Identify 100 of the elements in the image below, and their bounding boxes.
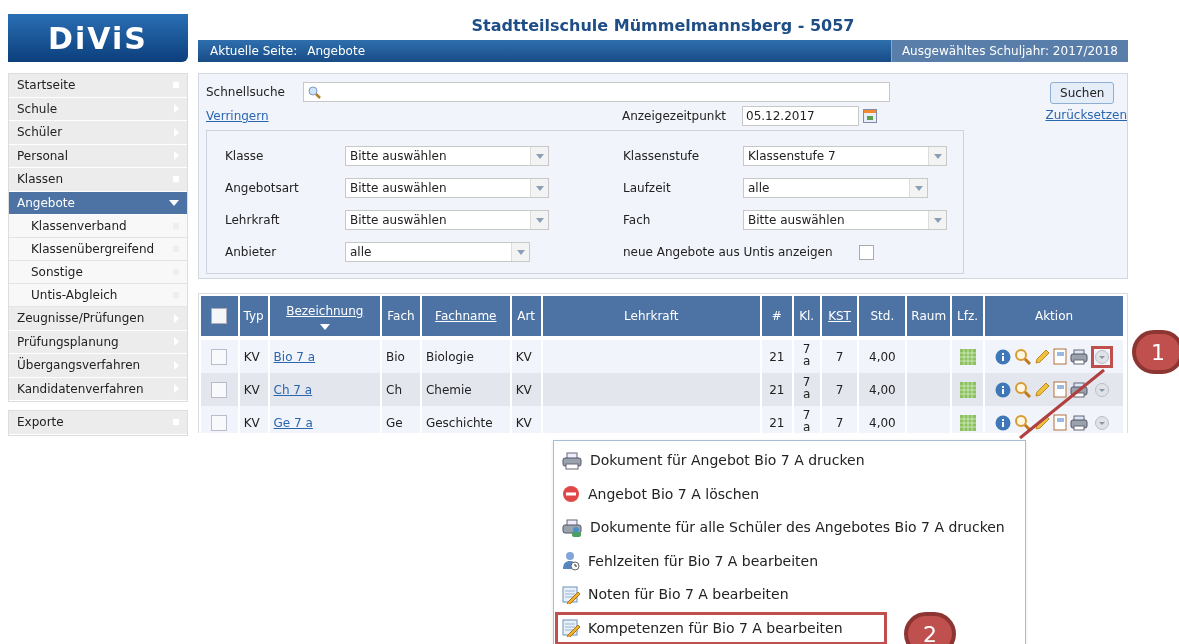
field-label: Anzeigezeitpunkt	[622, 108, 728, 125]
sidebar-item[interactable]: Kandidatenverfahren	[9, 377, 187, 401]
calendar-icon[interactable]	[863, 109, 877, 123]
table-cell: Geschichte	[425, 415, 493, 430]
notepad-icon[interactable]	[1053, 348, 1068, 365]
menu-item[interactable]: Kompetenzen für Bio 7 A bearbeiten	[555, 611, 887, 644]
printer-icon[interactable]	[1070, 348, 1089, 365]
sidebar-item[interactable]: Schüler	[9, 121, 187, 145]
sidebar-item[interactable]: Zeugnisse/Prüfungen	[9, 307, 187, 331]
column-header: Std.	[870, 308, 895, 325]
search-icon[interactable]	[1014, 381, 1032, 398]
menu-item[interactable]: Angebot Bio 7 A löschen	[555, 477, 887, 511]
caret-icon	[933, 153, 942, 159]
select-field[interactable]: Klassenstufe 7	[743, 146, 947, 166]
sidebar-item[interactable]: Prüfungsplanung	[9, 330, 187, 354]
field-label: Anbieter	[225, 244, 278, 261]
date-field[interactable]: 05.12.2017	[742, 106, 859, 126]
caret-icon	[535, 217, 544, 223]
table-cell: KV	[515, 349, 532, 364]
sidebar-item[interactable]: Klassen	[9, 168, 187, 192]
table-cell: 4,00	[869, 349, 896, 364]
select-field[interactable]: Bitte auswählen	[345, 178, 549, 198]
caret-icon	[914, 185, 923, 191]
field-label: Fach	[623, 212, 652, 229]
table-cell: 7	[835, 349, 844, 364]
caret-icon	[535, 185, 544, 191]
info-icon[interactable]	[995, 348, 1012, 365]
caret-icon	[516, 249, 525, 255]
table-cell: KV	[515, 415, 532, 430]
printer-icon[interactable]	[1070, 414, 1089, 431]
row-checkbox[interactable]	[211, 381, 228, 398]
select-all-checkbox[interactable]	[211, 308, 228, 324]
printer-people-icon	[562, 518, 582, 537]
column-header: Fach	[387, 308, 415, 325]
column-header: Raum	[911, 308, 947, 325]
select-field[interactable]: alle	[743, 178, 928, 198]
select-field[interactable]: Bitte auswählen	[743, 210, 947, 230]
column-header[interactable]: KST	[828, 307, 851, 325]
checkbox[interactable]	[859, 244, 874, 260]
reset-link[interactable]: Zurücksetzen	[1045, 106, 1127, 124]
sidebar-subitem[interactable]: Untis-Abgleich	[9, 284, 187, 307]
table-cell: 7	[835, 415, 844, 430]
column-header: Typ	[243, 308, 264, 325]
sidebar-item[interactable]: Angebote	[9, 191, 187, 215]
table-cell: KV	[243, 415, 260, 430]
search-field[interactable]	[303, 82, 890, 102]
field-label: Klasse	[225, 148, 265, 165]
field-label: Schnellsuche	[206, 84, 286, 101]
table-cell: KV	[243, 349, 260, 364]
select-field[interactable]: Bitte auswählen	[345, 210, 549, 230]
select-field[interactable]: alle	[345, 242, 530, 262]
sidebar-subitem[interactable]: Klassenverband	[9, 215, 187, 238]
grid-icon	[959, 348, 976, 365]
table-cell: Chemie	[425, 382, 472, 397]
offer-link[interactable]: Ch 7 a	[273, 382, 313, 397]
sidebar-item[interactable]: Übergangsverfahren	[9, 354, 187, 378]
grid-icon	[959, 381, 976, 398]
page-title: Stadtteilschule Mümmelmannsberg - 5057	[470, 15, 856, 37]
column-header[interactable]: Fachname	[435, 307, 497, 325]
printer-icon	[562, 451, 582, 470]
pencil-icon[interactable]	[1034, 348, 1051, 365]
table-cell: 21	[769, 349, 785, 364]
table-pencil-icon	[562, 619, 580, 638]
table-cell: KV	[515, 382, 532, 397]
row-checkbox[interactable]	[211, 348, 228, 365]
caret-down-circle-icon	[1095, 349, 1110, 364]
minus-circle-icon	[562, 485, 580, 504]
reduce-link[interactable]: Verringern	[206, 107, 622, 125]
sidebar-item[interactable]: Schule	[9, 97, 187, 121]
search-button[interactable]: Suchen	[1050, 82, 1115, 104]
table-cell-text: 7 a	[801, 343, 812, 367]
search-icon[interactable]	[1014, 414, 1032, 431]
table-cell: 21	[769, 415, 785, 430]
info-icon[interactable]	[995, 414, 1012, 431]
sidebar-item[interactable]: Personal	[9, 144, 187, 168]
field-label: Klassenstufe	[623, 148, 701, 165]
offer-link[interactable]: Bio 7 a	[273, 349, 316, 364]
sidebar-item[interactable]: Startseite	[9, 74, 187, 98]
menu-item[interactable]: Dokument für Angebot Bio 7 A drucken	[555, 444, 887, 478]
row-checkbox[interactable]	[211, 414, 228, 431]
info-icon[interactable]	[995, 381, 1012, 398]
printer-icon[interactable]	[1070, 381, 1089, 398]
sidebar-subitem[interactable]: Klassenübergreifend	[9, 238, 187, 261]
pencil-icon[interactable]	[1034, 381, 1051, 398]
select-field[interactable]: Bitte auswählen	[345, 146, 549, 166]
menu-item[interactable]: Fehlzeiten für Bio 7 A bearbeiten	[555, 544, 887, 578]
menu-item[interactable]: Noten für Bio 7 A bearbeiten	[555, 578, 887, 612]
column-header[interactable]: Bezeichnung	[286, 302, 364, 320]
column-header: #	[771, 308, 782, 325]
search-icon[interactable]	[1014, 348, 1032, 365]
caret-icon	[933, 217, 942, 223]
caret-down-circle-icon	[1095, 415, 1110, 430]
column-header: Lfz.	[957, 308, 979, 325]
table-cell-text: 7 a	[801, 409, 812, 433]
menu-item[interactable]: Dokumente für alle Schüler des Angebotes Bio 7 A drucken	[555, 511, 1008, 545]
caret-icon	[535, 153, 544, 159]
menu-toggle-button[interactable]	[1091, 345, 1114, 368]
offer-link[interactable]: Ge 7 a	[273, 415, 313, 430]
sidebar-item[interactable]: Exporte	[9, 411, 187, 435]
sidebar-subitem[interactable]: Sonstige	[9, 261, 187, 284]
